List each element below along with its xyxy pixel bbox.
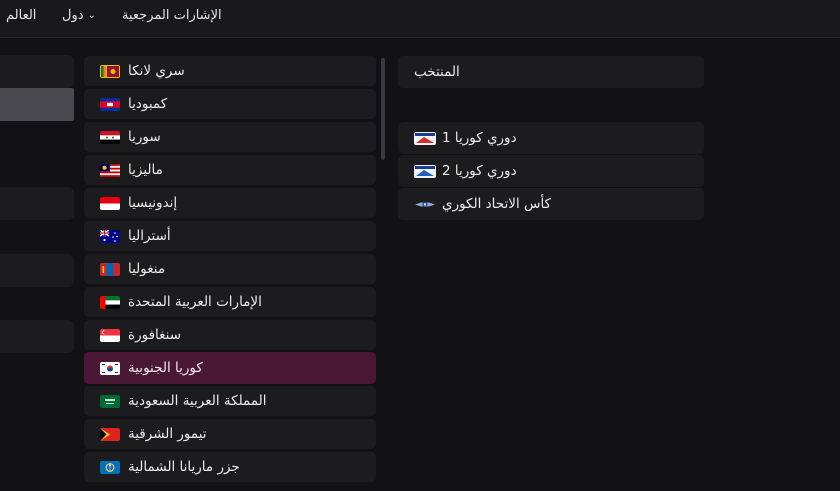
left-row[interactable] (0, 320, 74, 353)
country-name: الإمارات العربية المتحدة (128, 294, 262, 310)
country-row-malaysia[interactable]: ماليزيا (84, 155, 376, 185)
k-league-2-logo-icon (414, 165, 436, 178)
mongolia-flag-icon (100, 263, 120, 276)
country-row-cambodia[interactable]: كمبوديا (84, 89, 376, 119)
top-navigation-bar: العالم دول ⌄ الإشارات المرجعية (0, 0, 840, 38)
country-name: إندونيسيا (128, 195, 178, 211)
indonesia-flag-icon (100, 197, 120, 210)
left-row[interactable] (0, 55, 74, 88)
country-row-south-korea-selected[interactable]: كوريا الجنوبية (84, 352, 376, 384)
country-row-sri-lanka[interactable]: سري لانكا (84, 56, 376, 86)
country-row-australia[interactable]: أستراليا (84, 221, 376, 251)
k-league-1-logo-icon (414, 132, 436, 145)
country-name: كمبوديا (128, 96, 168, 112)
country-row-singapore[interactable]: سنغافورة (84, 320, 376, 350)
country-row-northern-mariana-islands[interactable]: جزر ماريانا الشمالية (84, 452, 376, 482)
malaysia-flag-icon (100, 164, 120, 177)
country-name: تيمور الشرقية (128, 426, 207, 442)
competition-name: كأس الاتحاد الكوري (442, 196, 552, 212)
east-timor-flag-icon (100, 428, 120, 441)
northern-mariana-flag-icon (100, 461, 120, 474)
australia-flag-icon (100, 230, 120, 243)
left-row-selected[interactable] (0, 88, 74, 121)
left-row[interactable] (0, 254, 74, 287)
korea-fa-cup-logo-icon (414, 198, 436, 211)
country-name: سري لانكا (128, 63, 185, 79)
syria-flag-icon (100, 131, 120, 144)
country-name: المملكة العربية السعودية (128, 393, 267, 409)
nav-bookmarks[interactable]: الإشارات المرجعية (122, 8, 222, 23)
country-row-mongolia[interactable]: منغوليا (84, 254, 376, 284)
country-row-indonesia[interactable]: إندونيسيا (84, 188, 376, 218)
country-name: جزر ماريانا الشمالية (128, 459, 240, 475)
competition-name: دوري كوريا 2 (442, 163, 517, 179)
country-name: سنغافورة (128, 327, 182, 343)
chevron-down-icon: ⌄ (87, 10, 96, 21)
country-name: ماليزيا (128, 162, 163, 178)
country-name: كوريا الجنوبية (128, 360, 203, 376)
national-team-row[interactable]: المنتخب (398, 56, 704, 88)
left-row[interactable] (0, 187, 74, 220)
competition-row-korea-fa-cup[interactable]: كأس الاتحاد الكوري (398, 188, 704, 220)
competition-row-k-league-1[interactable]: دوري كوريا 1 (398, 122, 704, 154)
country-list-scrollbar[interactable] (381, 58, 385, 160)
country-row-uae[interactable]: الإمارات العربية المتحدة (84, 287, 376, 317)
saudi-arabia-flag-icon (100, 395, 120, 408)
sri-lanka-flag-icon (100, 65, 120, 78)
country-name: سوريا (128, 129, 161, 145)
country-name: أستراليا (128, 228, 171, 244)
national-team-label: المنتخب (414, 64, 460, 80)
uae-flag-icon (100, 296, 120, 309)
country-row-east-timor[interactable]: تيمور الشرقية (84, 419, 376, 449)
country-row-saudi-arabia[interactable]: المملكة العربية السعودية (84, 386, 376, 416)
nav-world[interactable]: العالم (6, 8, 36, 23)
singapore-flag-icon (100, 329, 120, 342)
cambodia-flag-icon (100, 98, 120, 111)
country-name: منغوليا (128, 261, 166, 277)
competition-name: دوري كوريا 1 (442, 130, 517, 146)
south-korea-flag-icon (100, 362, 120, 375)
nav-countries-dropdown[interactable]: دول ⌄ (62, 8, 96, 23)
country-row-syria[interactable]: سوريا (84, 122, 376, 152)
competition-row-k-league-2[interactable]: دوري كوريا 2 (398, 155, 704, 187)
nav-countries-label: دول (62, 8, 84, 23)
